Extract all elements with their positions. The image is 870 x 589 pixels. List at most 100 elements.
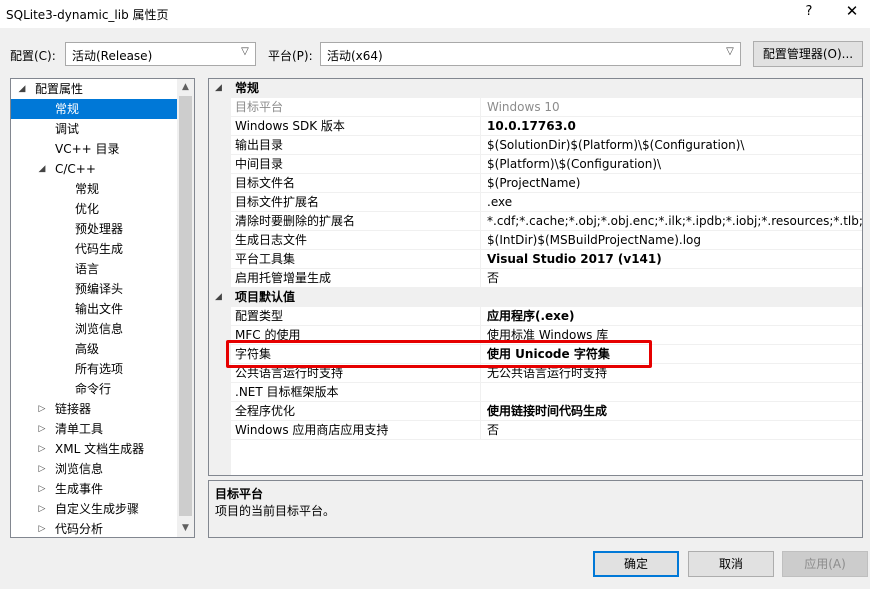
grid-property-row[interactable]: 配置类型 应用程序(.exe): [231, 307, 862, 326]
grid-property-row[interactable]: 目标平台 Windows 10: [231, 98, 862, 117]
scroll-up-icon[interactable]: ▲: [177, 79, 194, 96]
expand-arrow-icon[interactable]: ▷: [37, 399, 47, 419]
property-value[interactable]: 使用标准 Windows 库: [487, 326, 862, 344]
ok-button[interactable]: 确定: [593, 551, 679, 577]
grid-category-label: 项目默认值: [235, 290, 296, 304]
property-name: 目标平台: [235, 98, 481, 116]
description-panel: 目标平台 项目的当前目标平台。: [208, 480, 863, 538]
tree-scrollbar[interactable]: ▲ ▼: [177, 79, 194, 537]
expand-arrow-icon[interactable]: ▷: [37, 459, 47, 479]
apply-button[interactable]: 应用(A): [782, 551, 868, 577]
tree-item-label: 常规: [55, 102, 80, 116]
grid-property-row[interactable]: 清除时要删除的扩展名 *.cdf;*.cache;*.obj;*.obj.enc;…: [231, 212, 862, 231]
grid-property-row[interactable]: 生成日志文件 $(IntDir)$(MSBuildProjectName).log: [231, 231, 862, 250]
grid-category[interactable]: ◢ 项目默认值: [209, 288, 862, 307]
grid-property-row[interactable]: 字符集 使用 Unicode 字符集: [231, 345, 862, 364]
tree-item[interactable]: ▷ 自定义生成步骤: [11, 499, 177, 519]
property-value[interactable]: $(SolutionDir)$(Platform)\$(Configuratio…: [487, 136, 862, 154]
grid-property-row[interactable]: 平台工具集 Visual Studio 2017 (v141): [231, 250, 862, 269]
help-icon[interactable]: ?: [799, 4, 819, 19]
property-value[interactable]: Windows 10: [487, 98, 862, 116]
grid-property-row[interactable]: 目标文件扩展名 .exe: [231, 193, 862, 212]
collapse-arrow-icon[interactable]: ◢: [215, 288, 222, 307]
tree-item[interactable]: 调试: [11, 119, 177, 139]
property-value[interactable]: $(Platform)\$(Configuration)\: [487, 155, 862, 173]
tree-item[interactable]: 输出文件: [11, 299, 177, 319]
property-value[interactable]: 10.0.17763.0: [487, 117, 862, 135]
property-value[interactable]: $(ProjectName): [487, 174, 862, 192]
property-name: 中间目录: [235, 155, 481, 173]
platform-dropdown[interactable]: 活动(x64) ▽: [320, 42, 741, 66]
expand-arrow-icon[interactable]: ▷: [37, 499, 47, 519]
property-value[interactable]: 应用程序(.exe): [487, 307, 862, 325]
property-value[interactable]: 使用链接时间代码生成: [487, 402, 862, 420]
property-value[interactable]: *.cdf;*.cache;*.obj;*.obj.enc;*.ilk;*.ip…: [487, 212, 862, 230]
tree-item[interactable]: ▷ 链接器: [11, 399, 177, 419]
tree-item[interactable]: 预编译头: [11, 279, 177, 299]
collapse-arrow-icon[interactable]: ◢: [215, 79, 222, 98]
grid-property-row[interactable]: 目标文件名 $(ProjectName): [231, 174, 862, 193]
expand-arrow-icon[interactable]: ▷: [37, 419, 47, 439]
property-value[interactable]: .exe: [487, 193, 862, 211]
tree-item[interactable]: ▷ 浏览信息: [11, 459, 177, 479]
expand-arrow-icon[interactable]: ▷: [37, 439, 47, 459]
property-value[interactable]: Visual Studio 2017 (v141): [487, 250, 862, 268]
property-name: 公共语言运行时支持: [235, 364, 481, 382]
tree-item[interactable]: 命令行: [11, 379, 177, 399]
tree-item-label: 代码生成: [75, 242, 124, 256]
grid-property-row[interactable]: 中间目录 $(Platform)\$(Configuration)\: [231, 155, 862, 174]
grid-property-row[interactable]: Windows SDK 版本 10.0.17763.0: [231, 117, 862, 136]
tree-item[interactable]: ◢ 配置属性: [11, 79, 177, 99]
property-name: 输出目录: [235, 136, 481, 154]
tree-item[interactable]: ▷ 生成事件: [11, 479, 177, 499]
chevron-down-icon: ▽: [241, 46, 249, 57]
property-name: .NET 目标框架版本: [235, 383, 481, 401]
window-title: SQLite3-dynamic_lib 属性页: [6, 8, 169, 22]
tree-item[interactable]: 常规: [11, 179, 177, 199]
expand-arrow-icon[interactable]: ▷: [37, 479, 47, 499]
tree-item-label: 预处理器: [75, 222, 124, 236]
property-value[interactable]: 否: [487, 421, 862, 439]
property-value[interactable]: 无公共语言运行时支持: [487, 364, 862, 382]
collapse-arrow-icon[interactable]: ◢: [37, 159, 47, 179]
grid-property-row[interactable]: 启用托管增量生成否: [231, 269, 862, 288]
property-name: Windows 应用商店应用支持: [235, 421, 481, 439]
tree-item[interactable]: ▷ 清单工具: [11, 419, 177, 439]
tree-item[interactable]: 所有选项: [11, 359, 177, 379]
tree-item-label: 自定义生成步骤: [55, 502, 140, 516]
grid-property-row[interactable]: .NET 目标框架版本: [231, 383, 862, 402]
tree-item[interactable]: 预处理器: [11, 219, 177, 239]
grid-property-row[interactable]: 公共语言运行时支持 无公共语言运行时支持: [231, 364, 862, 383]
grid-property-row[interactable]: MFC 的使用 使用标准 Windows 库: [231, 326, 862, 345]
grid-property-row[interactable]: 全程序优化 使用链接时间代码生成: [231, 402, 862, 421]
platform-value: 活动(x64): [327, 49, 383, 63]
property-value[interactable]: $(IntDir)$(MSBuildProjectName).log: [487, 231, 862, 249]
tree-item[interactable]: 高级: [11, 339, 177, 359]
tree-item[interactable]: VC++ 目录: [11, 139, 177, 159]
property-name: 全程序优化: [235, 402, 481, 420]
tree-item[interactable]: ▷ 代码分析: [11, 519, 177, 537]
config-dropdown[interactable]: 活动(Release) ▽: [65, 42, 256, 66]
tree-item[interactable]: 常规: [11, 99, 177, 119]
scroll-thumb[interactable]: [179, 96, 192, 516]
cancel-button[interactable]: 取消: [688, 551, 774, 577]
collapse-arrow-icon[interactable]: ◢: [17, 79, 27, 99]
property-value[interactable]: 使用 Unicode 字符集: [487, 345, 862, 363]
tree-item[interactable]: 语言: [11, 259, 177, 279]
property-name: 目标文件名: [235, 174, 481, 192]
grid-property-row[interactable]: 输出目录 $(SolutionDir)$(Platform)\$(Configur…: [231, 136, 862, 155]
expand-arrow-icon[interactable]: ▷: [37, 519, 47, 537]
tree-item[interactable]: 代码生成: [11, 239, 177, 259]
property-value[interactable]: [487, 383, 862, 401]
tree-item[interactable]: ◢ C/C++: [11, 159, 177, 179]
property-value[interactable]: 否: [487, 269, 862, 287]
config-manager-button[interactable]: 配置管理器(O)...: [753, 41, 863, 67]
tree-item-label: 优化: [75, 202, 100, 216]
grid-category[interactable]: ◢ 常规: [209, 79, 862, 98]
tree-item[interactable]: ▷ XML 文档生成器: [11, 439, 177, 459]
close-icon[interactable]: ✕: [842, 2, 862, 20]
scroll-down-icon[interactable]: ▼: [177, 520, 194, 537]
tree-item[interactable]: 优化: [11, 199, 177, 219]
grid-property-row[interactable]: Windows 应用商店应用支持否: [231, 421, 862, 440]
tree-item[interactable]: 浏览信息: [11, 319, 177, 339]
